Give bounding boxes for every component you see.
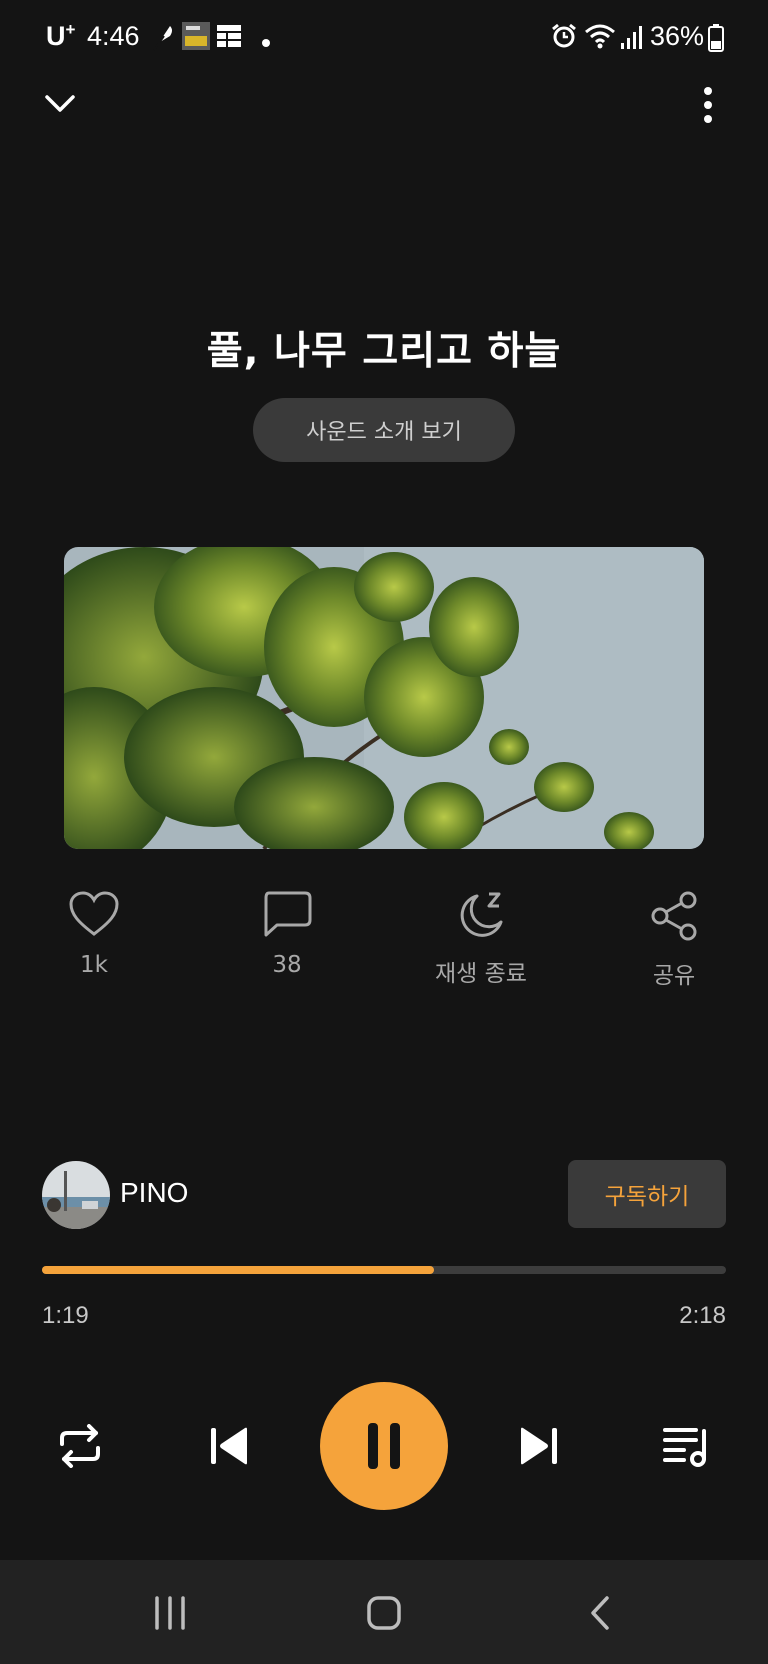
share-button[interactable]: 공유	[604, 890, 744, 990]
chevron-down-icon	[45, 95, 75, 112]
sleep-moon-icon	[460, 892, 503, 937]
share-label: 공유	[652, 963, 696, 989]
track-title: 풀, 나무 그리고 하늘	[206, 329, 562, 374]
cover-image	[64, 547, 704, 849]
more-options-button[interactable]	[686, 80, 730, 130]
home-icon	[367, 1596, 401, 1630]
status-time: 4:46	[87, 21, 140, 51]
repeat-button[interactable]	[50, 1416, 110, 1476]
more-vertical-icon	[704, 87, 712, 123]
sleep-timer-label: 재생 종료	[435, 961, 527, 987]
repeat-icon	[60, 1424, 100, 1468]
progress-bar[interactable]	[42, 1266, 726, 1274]
subscribe-button[interactable]: 구독하기	[568, 1160, 726, 1228]
heart-icon	[69, 891, 119, 936]
next-button[interactable]	[508, 1416, 568, 1476]
total-time: 2:18	[679, 1302, 726, 1329]
home-button[interactable]	[354, 1588, 414, 1638]
grid-notif-icon	[217, 25, 241, 51]
pause-button[interactable]	[320, 1382, 448, 1510]
current-time: 1:19	[42, 1302, 89, 1329]
smart-emile-notif-icon	[182, 22, 210, 54]
recent-apps-icon	[155, 1596, 185, 1630]
creator-name[interactable]: PINO	[120, 1177, 188, 1209]
dot-icon	[261, 33, 271, 52]
sound-intro-button[interactable]: 사운드 소개 보기	[253, 398, 515, 462]
avatar[interactable]	[42, 1161, 110, 1229]
feather-notif-icon	[150, 22, 176, 56]
recent-apps-button[interactable]	[140, 1588, 200, 1638]
previous-button[interactable]	[200, 1416, 260, 1476]
sleep-timer-button[interactable]: 재생 종료	[411, 890, 551, 988]
navigation-bar	[0, 1560, 768, 1664]
like-count: 1k	[80, 952, 108, 978]
comment-button[interactable]: 38	[217, 890, 357, 978]
comment-icon	[264, 891, 312, 937]
previous-icon	[211, 1427, 247, 1465]
collapse-button[interactable]	[38, 82, 82, 126]
signal-icon	[620, 25, 644, 53]
wifi-icon	[584, 22, 616, 54]
pause-icon	[368, 1423, 400, 1469]
carrier-label: U+	[46, 20, 76, 51]
battery-icon	[708, 24, 724, 56]
playlist-icon	[663, 1428, 706, 1467]
alarm-icon	[551, 23, 577, 53]
battery-percent: 36%	[650, 21, 705, 51]
comment-count: 38	[272, 952, 302, 978]
next-icon	[521, 1427, 557, 1465]
progress-fill	[42, 1266, 434, 1274]
share-icon	[651, 891, 697, 941]
playlist-button[interactable]	[656, 1416, 716, 1476]
like-button[interactable]: 1k	[24, 890, 164, 978]
status-bar: U+ 4:46 36%	[0, 0, 768, 76]
back-icon	[591, 1596, 609, 1630]
back-button[interactable]	[570, 1588, 630, 1638]
